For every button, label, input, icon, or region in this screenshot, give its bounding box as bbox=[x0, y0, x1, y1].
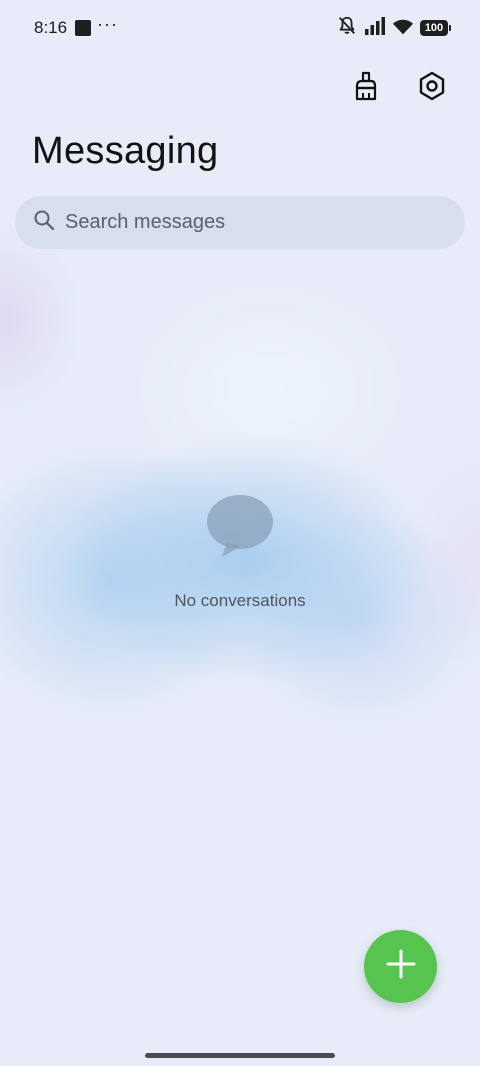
header-actions bbox=[346, 68, 452, 108]
search-icon bbox=[33, 209, 55, 236]
clean-brush-icon bbox=[352, 70, 380, 107]
status-bar: 8:16 ··· 100 bbox=[0, 0, 480, 56]
status-icons: 100 bbox=[336, 15, 451, 42]
battery-icon: 100 bbox=[420, 20, 451, 36]
battery-level: 100 bbox=[424, 22, 444, 34]
empty-state-text: No conversations bbox=[174, 591, 306, 610]
new-conversation-button[interactable] bbox=[364, 930, 437, 1003]
wifi-icon bbox=[392, 16, 414, 41]
search-bar[interactable] bbox=[15, 196, 465, 249]
search-input[interactable] bbox=[65, 211, 435, 234]
home-indicator[interactable] bbox=[145, 1053, 335, 1058]
settings-button[interactable] bbox=[412, 68, 452, 108]
notification-icon bbox=[75, 20, 91, 36]
page-title: Messaging bbox=[32, 130, 219, 172]
settings-icon bbox=[418, 71, 446, 106]
muted-bell-icon bbox=[336, 15, 358, 42]
more-notifications-icon: ··· bbox=[97, 14, 118, 34]
plus-icon bbox=[386, 949, 416, 984]
status-time: 8:16 bbox=[34, 18, 68, 37]
empty-state: No conversations bbox=[0, 494, 480, 611]
signal-icon bbox=[364, 16, 386, 41]
clean-button[interactable] bbox=[346, 68, 386, 108]
chat-bubble-icon bbox=[205, 495, 275, 564]
